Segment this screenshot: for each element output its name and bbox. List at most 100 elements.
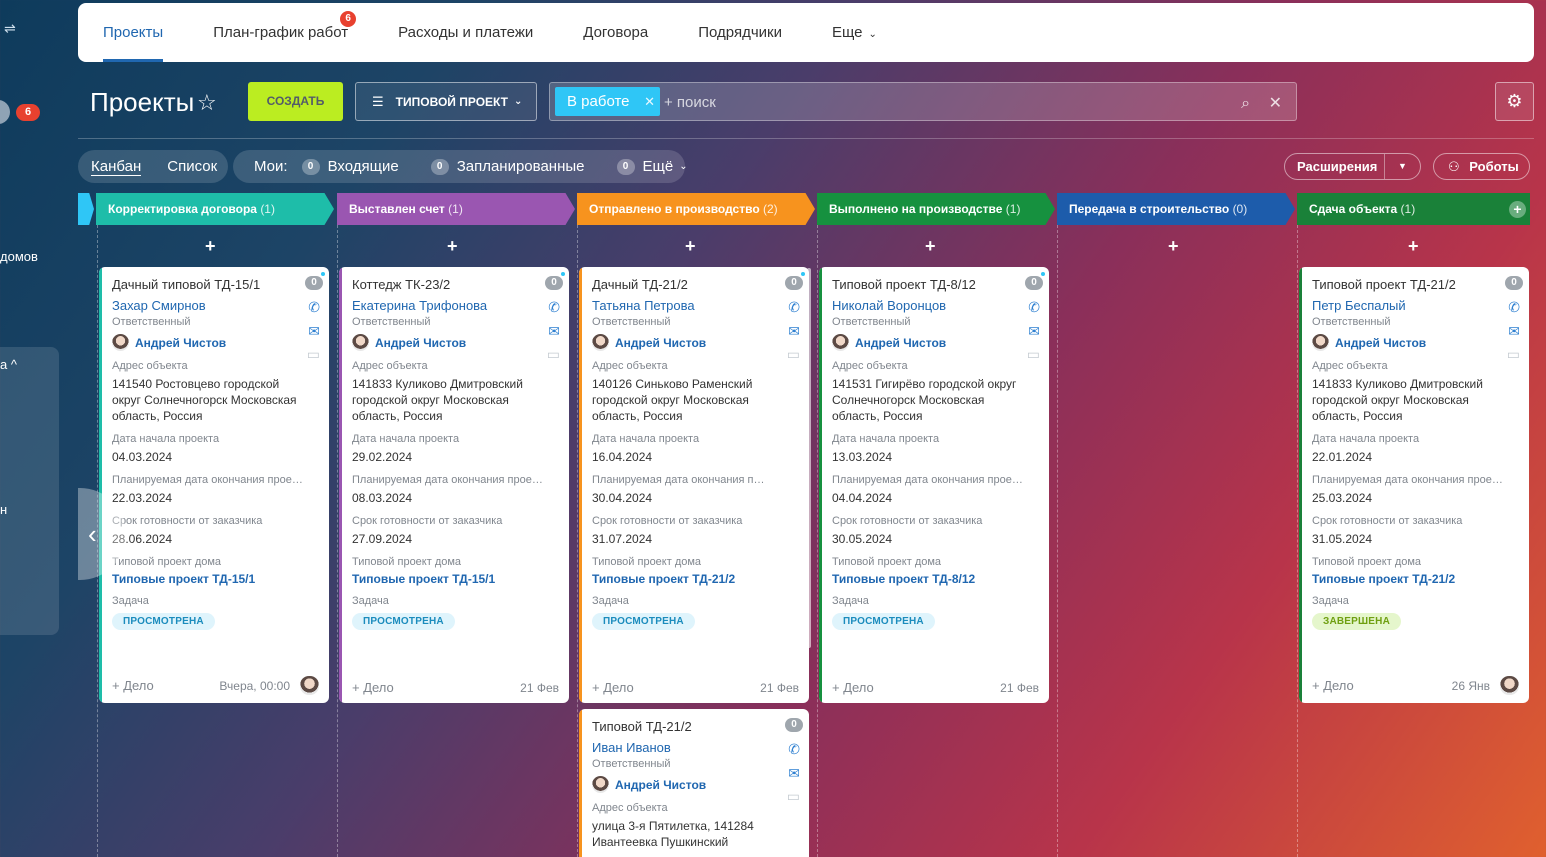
field-label: Планируемая дата окончания проекта xyxy=(352,474,547,486)
stage-header[interactable]: Корректировка договора (1) xyxy=(96,193,334,225)
house-project-link[interactable]: Типовые проект ТД-21/2 xyxy=(592,572,809,586)
column-scrollbar[interactable] xyxy=(807,268,811,648)
field-label: Адрес объекта xyxy=(352,360,428,372)
responsible-user[interactable]: Андрей Чистов xyxy=(1312,334,1529,351)
responsible-user[interactable]: Андрей Чистов xyxy=(112,334,329,351)
counters-label: Мои: xyxy=(254,158,288,175)
kanban-card[interactable]: 0 ✆ ✉ ▭ Типовой ТД-21/2 Иван Иванов Отве… xyxy=(579,709,809,857)
stage-header[interactable]: Выполнено на производстве (1) xyxy=(817,193,1055,225)
stage-header[interactable]: Передача в строительство (0) xyxy=(1057,193,1295,225)
close-icon[interactable]: ✕ xyxy=(644,87,655,116)
view-kanban[interactable]: Канбан xyxy=(91,158,142,176)
card-title[interactable]: Типовой проект ТД-21/2 xyxy=(1312,277,1529,295)
field-deadline: 27.09.2024 xyxy=(352,532,413,546)
field-label: Срок готовности от заказчика xyxy=(1312,515,1463,527)
card-title[interactable]: Типовой проект ТД-8/12 xyxy=(832,277,1049,295)
responsible-user[interactable]: Андрей Чистов xyxy=(592,334,809,351)
responsible-user[interactable]: Андрей Чистов xyxy=(832,334,1049,351)
card-client[interactable]: Николай Воронцов xyxy=(832,298,1049,313)
card-client[interactable]: Екатерина Трифонова xyxy=(352,298,569,313)
chevron-down-icon: ⌄ xyxy=(868,29,877,40)
house-project-link[interactable]: Типовые проект ТД-21/2 xyxy=(1312,572,1529,586)
card-title[interactable]: Коттедж ТК-23/2 xyxy=(352,277,569,295)
sidebar-item-text[interactable]: домов xyxy=(0,249,38,264)
add-card-button[interactable]: + xyxy=(685,236,696,257)
tab-contracts[interactable]: Договора xyxy=(583,3,648,62)
field-label: Задача xyxy=(592,595,629,607)
card-client[interactable]: Захар Смирнов xyxy=(112,298,329,313)
add-card-button[interactable]: + xyxy=(1168,236,1179,257)
responsible-user[interactable]: Андрей Чистов xyxy=(352,334,569,351)
tab-badge: 6 xyxy=(340,11,357,27)
stage-header[interactable]: Сдача объекта (1) + xyxy=(1297,193,1530,225)
gear-icon[interactable]: ⚙ xyxy=(1495,82,1534,121)
kanban-card[interactable]: 0 ✆ ✉ ▭ Типовой проект ТД-8/12 Николай В… xyxy=(819,267,1049,703)
extensions-button[interactable]: Расширения ▼ xyxy=(1284,153,1421,180)
star-icon[interactable]: ☆ xyxy=(197,90,217,116)
card-title[interactable]: Типовой ТД-21/2 xyxy=(592,719,809,737)
counter-incoming[interactable]: 0 Входящие xyxy=(301,158,399,175)
clear-icon[interactable]: ✕ xyxy=(1269,95,1282,112)
add-activity-button[interactable]: + Дело xyxy=(112,678,154,693)
card-client[interactable]: Татьяна Петрова xyxy=(592,298,809,313)
card-client[interactable]: Петр Беспалый xyxy=(1312,298,1529,313)
field-deadline: 30.05.2024 xyxy=(832,532,893,546)
add-card-button[interactable]: + xyxy=(1408,236,1419,257)
chevron-down-icon: ⌄ xyxy=(679,161,688,172)
add-activity-button[interactable]: + Дело xyxy=(592,680,634,695)
tab-schedule[interactable]: План-график работ 6 xyxy=(213,3,357,62)
field-start-date: 22.01.2024 xyxy=(1312,450,1373,464)
field-label: Ответственный xyxy=(352,316,431,328)
house-project-link[interactable]: Типовые проект ТД-15/1 xyxy=(352,572,569,586)
add-card-button[interactable]: + xyxy=(205,236,216,257)
view-list[interactable]: Список xyxy=(167,158,217,175)
kanban-card[interactable]: 0 ✆ ✉ ▭ Коттедж ТК-23/2 Екатерина Трифон… xyxy=(339,267,569,703)
card-title[interactable]: Дачный ТД-21/2 xyxy=(592,277,809,295)
field-label: Ответственный xyxy=(592,758,671,770)
field-label: Планируемая дата окончания проекта xyxy=(112,474,307,486)
robots-button[interactable]: ⚇ Роботы xyxy=(1433,153,1530,180)
preset-filter-button[interactable]: ☰ ТИПОВОЙ ПРОЕКТ ⌄ xyxy=(355,82,537,121)
create-button[interactable]: СОЗДАТЬ xyxy=(248,82,343,121)
search-icon[interactable]: ⌕ xyxy=(1241,95,1250,112)
kanban-card[interactable]: 0 ✆ ✉ ▭ Дачный ТД-21/2 Татьяна Петрова О… xyxy=(579,267,809,703)
sidebar-group-toggle[interactable]: а ^ xyxy=(0,357,17,372)
house-project-link[interactable]: Типовые проект ТД-8/12 xyxy=(832,572,1049,586)
stage-header[interactable]: Отправлено в производство (2) xyxy=(577,193,815,225)
add-stage-icon[interactable]: + xyxy=(1509,201,1526,218)
stage-header[interactable]: Выставлен счет (1) xyxy=(337,193,575,225)
field-address: 140126 Синьково Раменский городской окру… xyxy=(592,377,753,423)
settings-sliders-icon[interactable]: ⇌ xyxy=(4,20,16,37)
field-label: Дата начала проекта xyxy=(592,433,700,445)
tab-expenses[interactable]: Расходы и платежи xyxy=(398,3,533,62)
card-date: 21 Фев xyxy=(520,680,559,695)
view-switcher: Канбан Список xyxy=(78,150,228,183)
card-title[interactable]: Дачный типовой ТД-15/1 xyxy=(112,277,329,295)
card-client[interactable]: Иван Иванов xyxy=(592,740,809,755)
sidebar-avatar[interactable] xyxy=(0,100,10,124)
add-card-button[interactable]: + xyxy=(925,236,936,257)
search-bar[interactable]: В работе ✕ + поиск ⌕ ✕ xyxy=(549,82,1297,121)
chevron-down-icon[interactable]: ▼ xyxy=(1384,154,1420,179)
counter-more[interactable]: 0 Ещё ⌄ xyxy=(616,158,688,175)
add-activity-button[interactable]: + Дело xyxy=(1312,678,1354,693)
field-label: Дата начала проекта xyxy=(352,433,460,445)
counter-planned[interactable]: 0 Запланированные xyxy=(430,158,585,175)
stage-previous[interactable] xyxy=(78,193,94,225)
field-label: Ответственный xyxy=(592,316,671,328)
add-activity-button[interactable]: + Дело xyxy=(352,680,394,695)
add-activity-button[interactable]: + Дело xyxy=(832,680,874,695)
kanban-card[interactable]: 0 ✆ ✉ ▭ Типовой проект ТД-21/2 Петр Бесп… xyxy=(1299,267,1529,703)
kanban-card[interactable]: 0 ✆ ✉ ▭ Дачный типовой ТД-15/1 Захар Сми… xyxy=(99,267,329,703)
house-project-link[interactable]: Типовые проект ТД-15/1 xyxy=(112,572,329,586)
tab-contractors[interactable]: Подрядчики xyxy=(698,3,782,62)
field-planned-end: 08.03.2024 xyxy=(352,491,413,505)
sidebar-item-text[interactable]: н xyxy=(0,502,7,517)
filter-chip[interactable]: В работе ✕ xyxy=(555,87,660,116)
add-card-button[interactable]: + xyxy=(447,236,458,257)
tab-projects[interactable]: Проекты xyxy=(103,3,164,62)
filter-icon: ☰ xyxy=(372,93,384,109)
responsible-user[interactable]: Андрей Чистов xyxy=(592,776,809,793)
search-input[interactable]: + поиск xyxy=(664,94,716,111)
tab-more[interactable]: Еще ⌄ xyxy=(832,3,877,62)
